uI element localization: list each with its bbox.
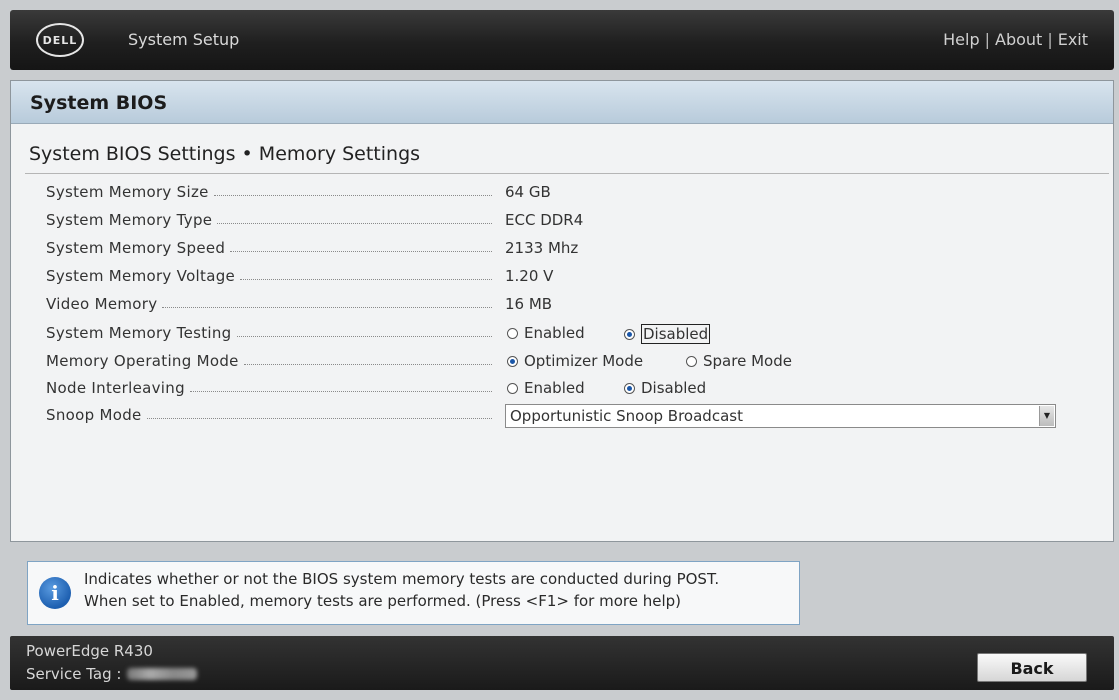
setting-value: 64 GB (505, 183, 551, 201)
row-snoop-mode: Snoop Mode Opportunistic Snoop Broadcast… (46, 404, 1076, 428)
dot-leader (230, 250, 492, 252)
section-header: System BIOS (11, 81, 1113, 124)
main-panel: System BIOS System BIOS Settings • Memor… (10, 80, 1114, 542)
page-title: System BIOS Settings • Memory Settings (29, 143, 421, 165)
dot-leader (189, 390, 492, 392)
setting-label: System Memory Testing (46, 324, 232, 342)
setting-label: System Memory Type (46, 211, 213, 229)
radio-selected-icon (624, 328, 635, 340)
dot-leader (243, 363, 492, 365)
radio-selected-icon (507, 355, 518, 367)
radio-node-interleaving-enabled[interactable]: Enabled (507, 379, 585, 397)
link-separator: | (984, 30, 990, 49)
app-title: System Setup (128, 30, 240, 49)
dot-leader (146, 417, 492, 419)
top-links: Help | About | Exit (943, 30, 1088, 49)
radio-selected-icon (624, 382, 635, 394)
setting-value: ECC DDR4 (505, 211, 584, 229)
title-divider (25, 173, 1109, 174)
about-link[interactable]: About (995, 30, 1042, 49)
link-separator: | (1047, 30, 1053, 49)
setting-label: System Memory Voltage (46, 267, 236, 285)
row-system-memory-voltage: System Memory Voltage 1.20 V (46, 267, 1076, 289)
dot-leader (162, 306, 492, 308)
dot-leader (236, 335, 492, 337)
help-line-1: Indicates whether or not the BIOS system… (84, 570, 720, 588)
dot-leader (213, 194, 492, 196)
dell-logo-icon: DELL (36, 23, 84, 57)
radio-node-interleaving-disabled[interactable]: Disabled (624, 379, 706, 397)
setting-label: Node Interleaving (46, 379, 185, 397)
row-system-memory-size: System Memory Size 64 GB (46, 183, 1076, 205)
redacted-service-tag (127, 668, 198, 680)
setting-value: 2133 Mhz (505, 239, 579, 257)
help-text: Indicates whether or not the BIOS system… (84, 568, 719, 612)
setting-value: 16 MB (505, 295, 553, 313)
setting-label: Memory Operating Mode (46, 352, 239, 370)
radio-memory-testing-enabled[interactable]: Enabled (507, 324, 585, 342)
radio-optimizer-mode[interactable]: Optimizer Mode (507, 352, 643, 370)
back-button[interactable]: Back (977, 653, 1087, 682)
info-icon: i (39, 577, 71, 609)
help-line-2: When set to Enabled, memory tests are pe… (84, 592, 682, 610)
model-name: PowerEdge R430 (26, 642, 153, 660)
setting-label: System Memory Speed (46, 239, 226, 257)
row-video-memory: Video Memory 16 MB (46, 295, 1076, 317)
dot-leader (240, 278, 492, 280)
service-tag: Service Tag : (26, 665, 198, 683)
setting-label: Video Memory (46, 295, 158, 313)
radio-unselected-icon (507, 382, 518, 394)
setting-label: System Memory Size (46, 183, 209, 201)
help-link[interactable]: Help (943, 30, 979, 49)
radio-unselected-icon (686, 355, 697, 367)
top-bar: DELL System Setup Help | About | Exit (10, 10, 1114, 70)
dropdown-selected-value: Opportunistic Snoop Broadcast (510, 407, 743, 425)
row-memory-operating-mode: Memory Operating Mode Optimizer Mode Spa… (46, 352, 1076, 374)
service-tag-label: Service Tag : (26, 665, 122, 683)
dot-leader (217, 222, 492, 224)
radio-spare-mode[interactable]: Spare Mode (686, 352, 792, 370)
row-node-interleaving: Node Interleaving Enabled Disabled (46, 379, 1076, 401)
help-box: i Indicates whether or not the BIOS syst… (27, 561, 800, 625)
footer-bar: PowerEdge R430 Service Tag : Back (10, 636, 1114, 690)
dropdown-arrow-icon[interactable]: ▼ (1039, 406, 1054, 426)
setting-label: Snoop Mode (46, 406, 142, 424)
row-system-memory-type: System Memory Type ECC DDR4 (46, 211, 1076, 233)
radio-memory-testing-disabled[interactable]: Disabled (624, 324, 711, 344)
snoop-mode-dropdown[interactable]: Opportunistic Snoop Broadcast ▼ (505, 404, 1056, 428)
row-system-memory-speed: System Memory Speed 2133 Mhz (46, 239, 1076, 261)
exit-link[interactable]: Exit (1058, 30, 1088, 49)
row-system-memory-testing: System Memory Testing Enabled Disabled (46, 324, 1076, 346)
radio-unselected-icon (507, 327, 518, 339)
setting-value: 1.20 V (505, 267, 554, 285)
